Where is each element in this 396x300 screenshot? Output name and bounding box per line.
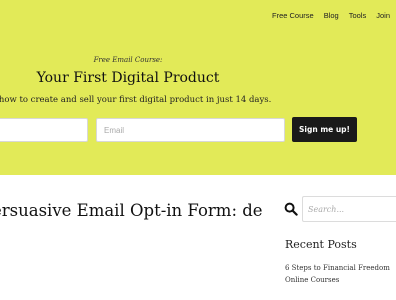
nav-free-course[interactable]: Free Course [272,11,314,20]
top-nav: Free Course Blog Tools Join [272,11,390,20]
signup-button[interactable]: Sign me up! [292,117,357,142]
nav-join[interactable]: Join [376,11,390,20]
first-name-input[interactable] [0,118,88,142]
hero-banner: Free Course Blog Tools Join Free Email C… [0,0,396,175]
nav-tools[interactable]: Tools [349,11,367,20]
hero-subtitle: rn how to create and sell your first dig… [0,95,272,105]
email-input[interactable] [96,118,285,142]
hero-title: Your First Digital Product [36,70,220,86]
search-icon[interactable] [284,202,298,216]
search-input[interactable] [302,196,396,222]
recent-post-link[interactable]: 6 Steps to Financial Freedom Online Cour… [285,262,396,286]
nav-blog[interactable]: Blog [324,11,339,20]
post-title: ersuasive Email Opt-in Form: de [0,201,263,220]
hero-eyebrow: Free Email Course: [93,56,163,64]
recent-posts-heading: Recent Posts [285,238,357,251]
